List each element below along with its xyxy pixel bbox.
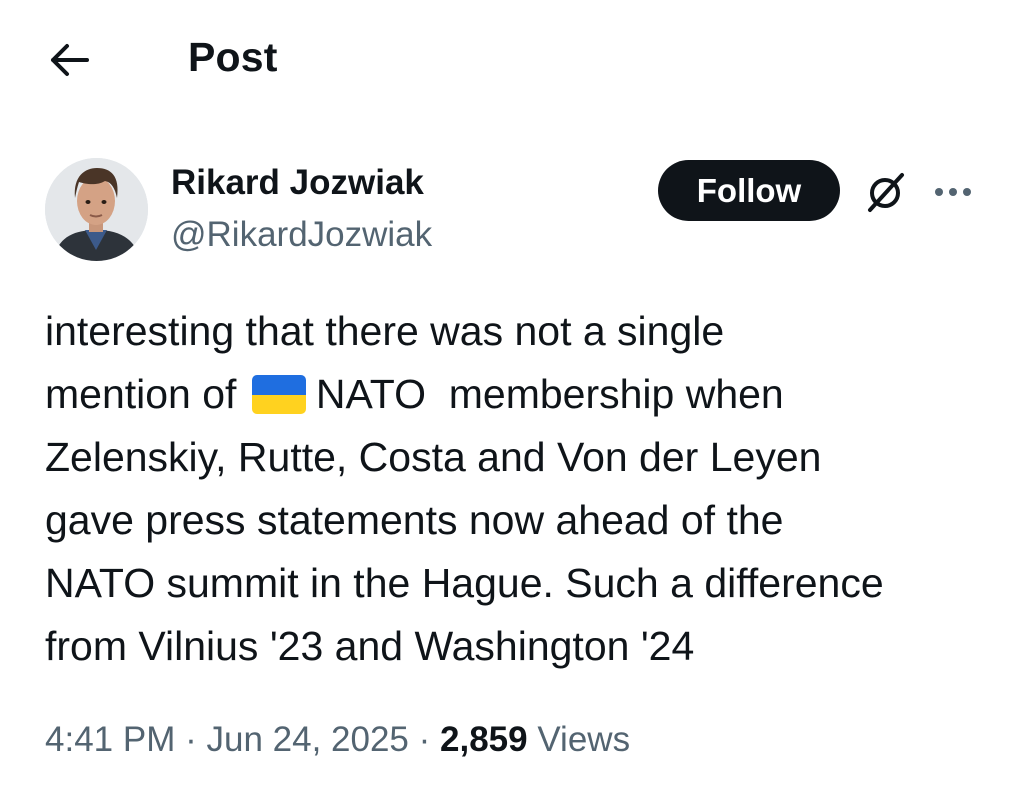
grok-icon [868,173,904,212]
more-options-button[interactable] [928,172,978,212]
post-text-line: gave press statements now ahead of the [45,497,784,543]
top-bar: Post [0,0,1024,120]
post-date[interactable]: Jun 24, 2025 [206,720,408,759]
post-metadata: 4:41 PM · Jun 24, 2025 · 2,859 Views [45,720,630,760]
post-text-segment: mention of [45,371,237,417]
ukraine-flag-emoji [251,375,306,414]
more-horizontal-icon [935,188,971,196]
post-text-line: interesting that there was not a single [45,308,725,354]
views-count[interactable]: 2,859 [440,720,528,759]
grok-button[interactable] [858,166,914,218]
post-text: interesting that there was not a single … [45,300,1005,678]
follow-button[interactable]: Follow [658,160,840,221]
back-button[interactable] [44,40,94,80]
page-title: Post [188,34,278,80]
avatar[interactable] [45,158,148,261]
author-name[interactable]: Rikard Jozwiak [171,163,424,203]
post-text-segment: NATO membership when [315,371,784,417]
post-text-line: Zelenskiy, Rutte, Costa and Von der Leye… [45,434,822,480]
author-handle[interactable]: @RikardJozwiak [171,215,432,255]
post-text-line: mention of NATO membership when [45,363,1005,426]
post-text-line: NATO summit in the Hague. Such a differe… [45,560,884,606]
arrow-left-icon [51,44,89,76]
post-text-line: from Vilnius '23 and Washington '24 [45,623,695,669]
post-time[interactable]: 4:41 PM [45,720,175,759]
meta-separator: · [418,720,431,759]
views-label[interactable]: Views [537,720,630,759]
avatar-photo [45,158,148,261]
meta-separator: · [185,720,197,759]
